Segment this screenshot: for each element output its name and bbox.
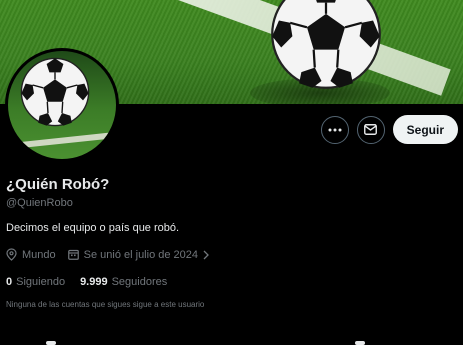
location-text: Mundo [22, 248, 56, 261]
followers-you-know-note: Ninguna de las cuentas que sigues sigue … [6, 300, 205, 309]
chevron-right-icon [203, 250, 209, 259]
profile-handle: @QuienRobo [6, 197, 73, 209]
followers-label: Seguidores [111, 276, 168, 288]
followers-count: 9.999 [80, 276, 108, 288]
location-item: Mundo [6, 248, 56, 261]
joined-item[interactable]: Se unió el julio de 2024 [67, 248, 209, 261]
profile-name: ¿Quién Robó? [6, 176, 110, 193]
following-count: 0 [6, 276, 13, 288]
following-link[interactable]: 0 Siguiendo [6, 276, 65, 288]
location-pin-icon [6, 248, 17, 261]
soccer-ball-icon [271, 0, 381, 89]
profile-avatar[interactable] [5, 48, 119, 162]
calendar-icon [67, 249, 79, 260]
tab-indicator [46, 341, 56, 345]
tab-indicator [355, 341, 365, 345]
follow-button[interactable]: Seguir [392, 115, 458, 144]
soccer-ball-icon [20, 57, 90, 127]
profile-tabs-edge [0, 340, 463, 345]
follow-counts: 0 Siguiendo 9.999 Seguidores [6, 276, 182, 288]
followers-link[interactable]: 9.999 Seguidores [80, 276, 167, 288]
envelope-icon [364, 124, 378, 135]
avatar-field-line [8, 129, 116, 151]
more-options-button[interactable] [320, 115, 349, 144]
more-icon [328, 128, 342, 131]
following-label: Siguiendo [16, 276, 66, 288]
message-button[interactable] [356, 115, 385, 144]
profile-bio: Decimos el equipo o país que robó. [6, 222, 180, 234]
joined-text: Se unió el julio de 2024 [83, 248, 199, 261]
profile-actions: Seguir [320, 115, 458, 144]
profile-meta: Mundo Se unió el julio de 2024 [6, 248, 221, 261]
